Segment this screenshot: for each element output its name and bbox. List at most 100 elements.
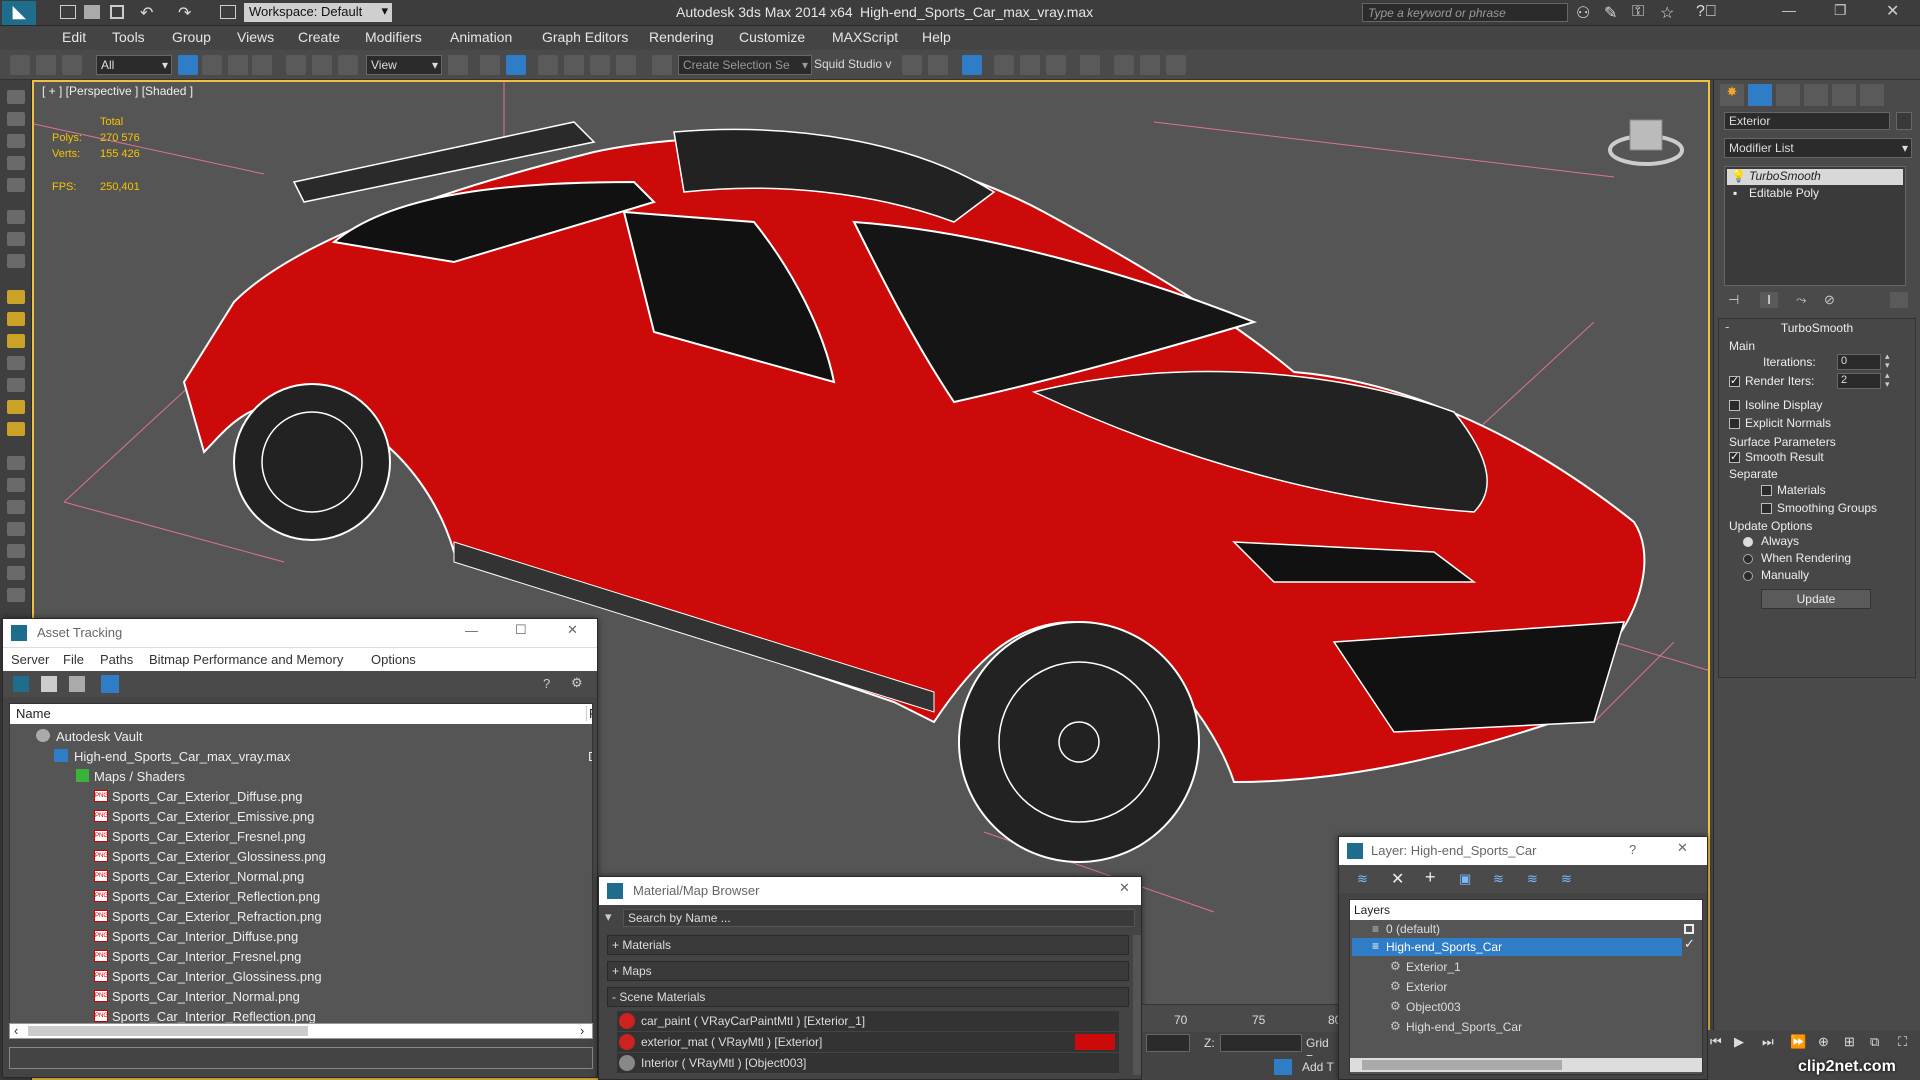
material-browser-titlebar[interactable]: Material/Map Browser ✕: [599, 877, 1141, 905]
minimize-icon[interactable]: —: [465, 623, 478, 638]
spinner-arrows-icon[interactable]: ▴ ▾: [1885, 352, 1890, 370]
rollout-collapse-icon[interactable]: -: [1725, 319, 1729, 334]
explicit-normals-checkbox[interactable]: [1729, 418, 1740, 429]
restore-icon[interactable]: ❐: [1834, 2, 1847, 19]
hierarchy-tab-icon[interactable]: [1776, 84, 1800, 106]
scroll-left-icon[interactable]: ‹: [14, 1023, 18, 1038]
tool-icon[interactable]: [7, 544, 25, 558]
column-f-header[interactable]: F: [586, 706, 592, 721]
smoothing-groups-checkbox[interactable]: [1761, 503, 1772, 514]
thumbnail-view-icon[interactable]: [69, 676, 85, 692]
star-icon[interactable]: ☆: [1660, 3, 1674, 23]
table-row[interactable]: PNG Sports_Car_Exterior_Glossiness.png: [10, 846, 592, 868]
pin-stack-icon[interactable]: ⊣: [1728, 292, 1746, 308]
material-item[interactable]: Interior ( VRayMtl ) [Object003]: [617, 1053, 1119, 1073]
table-view-icon[interactable]: [101, 675, 119, 693]
make-unique-icon[interactable]: ⤳: [1796, 292, 1814, 308]
motion-tab-icon[interactable]: [1804, 84, 1828, 106]
add-time-tag-label[interactable]: Add T: [1302, 1060, 1334, 1074]
render-setup-icon[interactable]: [1080, 55, 1100, 75]
layer-object-item[interactable]: ⚙ Exterior_1: [1350, 958, 1680, 976]
play-icon[interactable]: ▶: [1734, 1034, 1744, 1050]
table-row[interactable]: PNG Sports_Car_Interior_Fresnel.png: [10, 946, 592, 968]
maximize-icon[interactable]: ☐: [515, 622, 527, 638]
zoom-icon[interactable]: ⊕: [1818, 1034, 1829, 1050]
curve-editor-icon[interactable]: [994, 55, 1014, 75]
scroll-thumb[interactable]: [1362, 1060, 1562, 1070]
tool-icon[interactable]: [7, 156, 25, 170]
remove-modifier-icon[interactable]: ⊘: [1824, 292, 1842, 308]
file-row[interactable]: High-end_Sports_Car_max_vray.max D: [10, 746, 592, 768]
path-field[interactable]: [9, 1047, 593, 1069]
stack-item-turbosmooth[interactable]: 💡 TurboSmooth: [1727, 169, 1903, 185]
percent-snap-icon[interactable]: [590, 55, 610, 75]
field-of-view-icon[interactable]: ⧉: [1870, 1034, 1879, 1050]
menu-help[interactable]: Help: [922, 29, 951, 45]
render-frame-icon[interactable]: [1114, 55, 1134, 75]
project-icon[interactable]: [220, 5, 236, 19]
tool-icon[interactable]: [7, 400, 25, 414]
menu-group[interactable]: Group: [172, 29, 211, 45]
object-color-swatch[interactable]: [1896, 112, 1912, 130]
layer-scrollbar[interactable]: [1350, 1058, 1702, 1072]
menu-tools[interactable]: Tools: [112, 29, 145, 45]
expand-icon[interactable]: ▪: [1733, 186, 1737, 200]
bulb-icon[interactable]: 💡: [1731, 169, 1746, 183]
material-editor-icon[interactable]: [1046, 55, 1066, 75]
snap-icon[interactable]: [538, 55, 558, 75]
undo-icon[interactable]: ↶: [140, 3, 153, 23]
hide-all-icon[interactable]: ≋: [1527, 871, 1538, 887]
align-icon[interactable]: [928, 55, 948, 75]
isoline-checkbox[interactable]: [1729, 400, 1740, 411]
update-button[interactable]: Update: [1761, 589, 1871, 609]
tool-icon[interactable]: [7, 134, 25, 148]
window-crossing-icon[interactable]: [252, 55, 272, 75]
viewcube[interactable]: [1608, 119, 1684, 166]
menu-server[interactable]: Server: [11, 652, 49, 667]
group-maps[interactable]: + Maps: [607, 961, 1129, 981]
squid-studio-label[interactable]: Squid Studio v: [814, 57, 891, 71]
new-layer-icon[interactable]: ≋: [1357, 871, 1368, 887]
move-icon[interactable]: [286, 55, 306, 75]
go-to-end-icon[interactable]: ⏩: [1790, 1034, 1806, 1050]
material-search-input[interactable]: Search by Name ...: [623, 909, 1135, 927]
column-name-header[interactable]: Name: [16, 706, 51, 721]
menu-views[interactable]: Views: [237, 29, 274, 45]
z-field[interactable]: [1220, 1034, 1302, 1052]
tool-icon[interactable]: [7, 500, 25, 514]
render-icon[interactable]: [1140, 55, 1160, 75]
modify-tab-icon[interactable]: [1748, 84, 1772, 106]
redo-icon[interactable]: ↷: [178, 3, 191, 23]
tool-icon[interactable]: [7, 334, 25, 348]
tool-icon[interactable]: [7, 112, 25, 126]
current-layer-checkbox[interactable]: [1684, 924, 1694, 934]
menu-modifiers[interactable]: Modifiers: [365, 29, 422, 45]
table-row[interactable]: PNG Sports_Car_Exterior_Reflection.png: [10, 886, 592, 908]
workspace-select[interactable]: Workspace: Default ▾: [244, 3, 392, 22]
modifier-list-select[interactable]: Modifier List ▾: [1724, 138, 1912, 158]
tool-icon[interactable]: [7, 478, 25, 492]
render-iters-checkbox[interactable]: [1729, 374, 1740, 387]
menu-maxscript[interactable]: MAXScript: [832, 29, 898, 45]
help-icon[interactable]: ?: [543, 676, 550, 691]
table-row[interactable]: PNG Sports_Car_Exterior_Emissive.png: [10, 806, 592, 828]
scale-icon[interactable]: [338, 55, 358, 75]
tool-icon[interactable]: [7, 178, 25, 192]
delete-layer-icon[interactable]: ✕: [1391, 869, 1404, 889]
menu-bitmap-performance[interactable]: Bitmap Performance and Memory: [149, 652, 343, 667]
render-production-icon[interactable]: [1166, 55, 1186, 75]
mirror-icon[interactable]: [902, 55, 922, 75]
configure-sets-icon[interactable]: [1890, 292, 1908, 308]
link-icon[interactable]: [10, 55, 30, 75]
list-view-icon[interactable]: [41, 676, 57, 692]
rotate-icon[interactable]: [312, 55, 332, 75]
material-item[interactable]: exterior_mat ( VRayMtl ) [Exterior]: [617, 1032, 1119, 1052]
tool-icon[interactable]: [7, 232, 25, 246]
pivot-icon[interactable]: [448, 55, 468, 75]
add-to-layer-icon[interactable]: +: [1425, 867, 1436, 888]
layer-object-item[interactable]: ⚙ High-end_Sports_Car: [1350, 1018, 1680, 1036]
reference-coord-select[interactable]: View ▾: [366, 55, 442, 75]
tool-icon[interactable]: [7, 456, 25, 470]
object-name-field[interactable]: Exterior: [1724, 112, 1890, 130]
menu-paths[interactable]: Paths: [100, 652, 133, 667]
